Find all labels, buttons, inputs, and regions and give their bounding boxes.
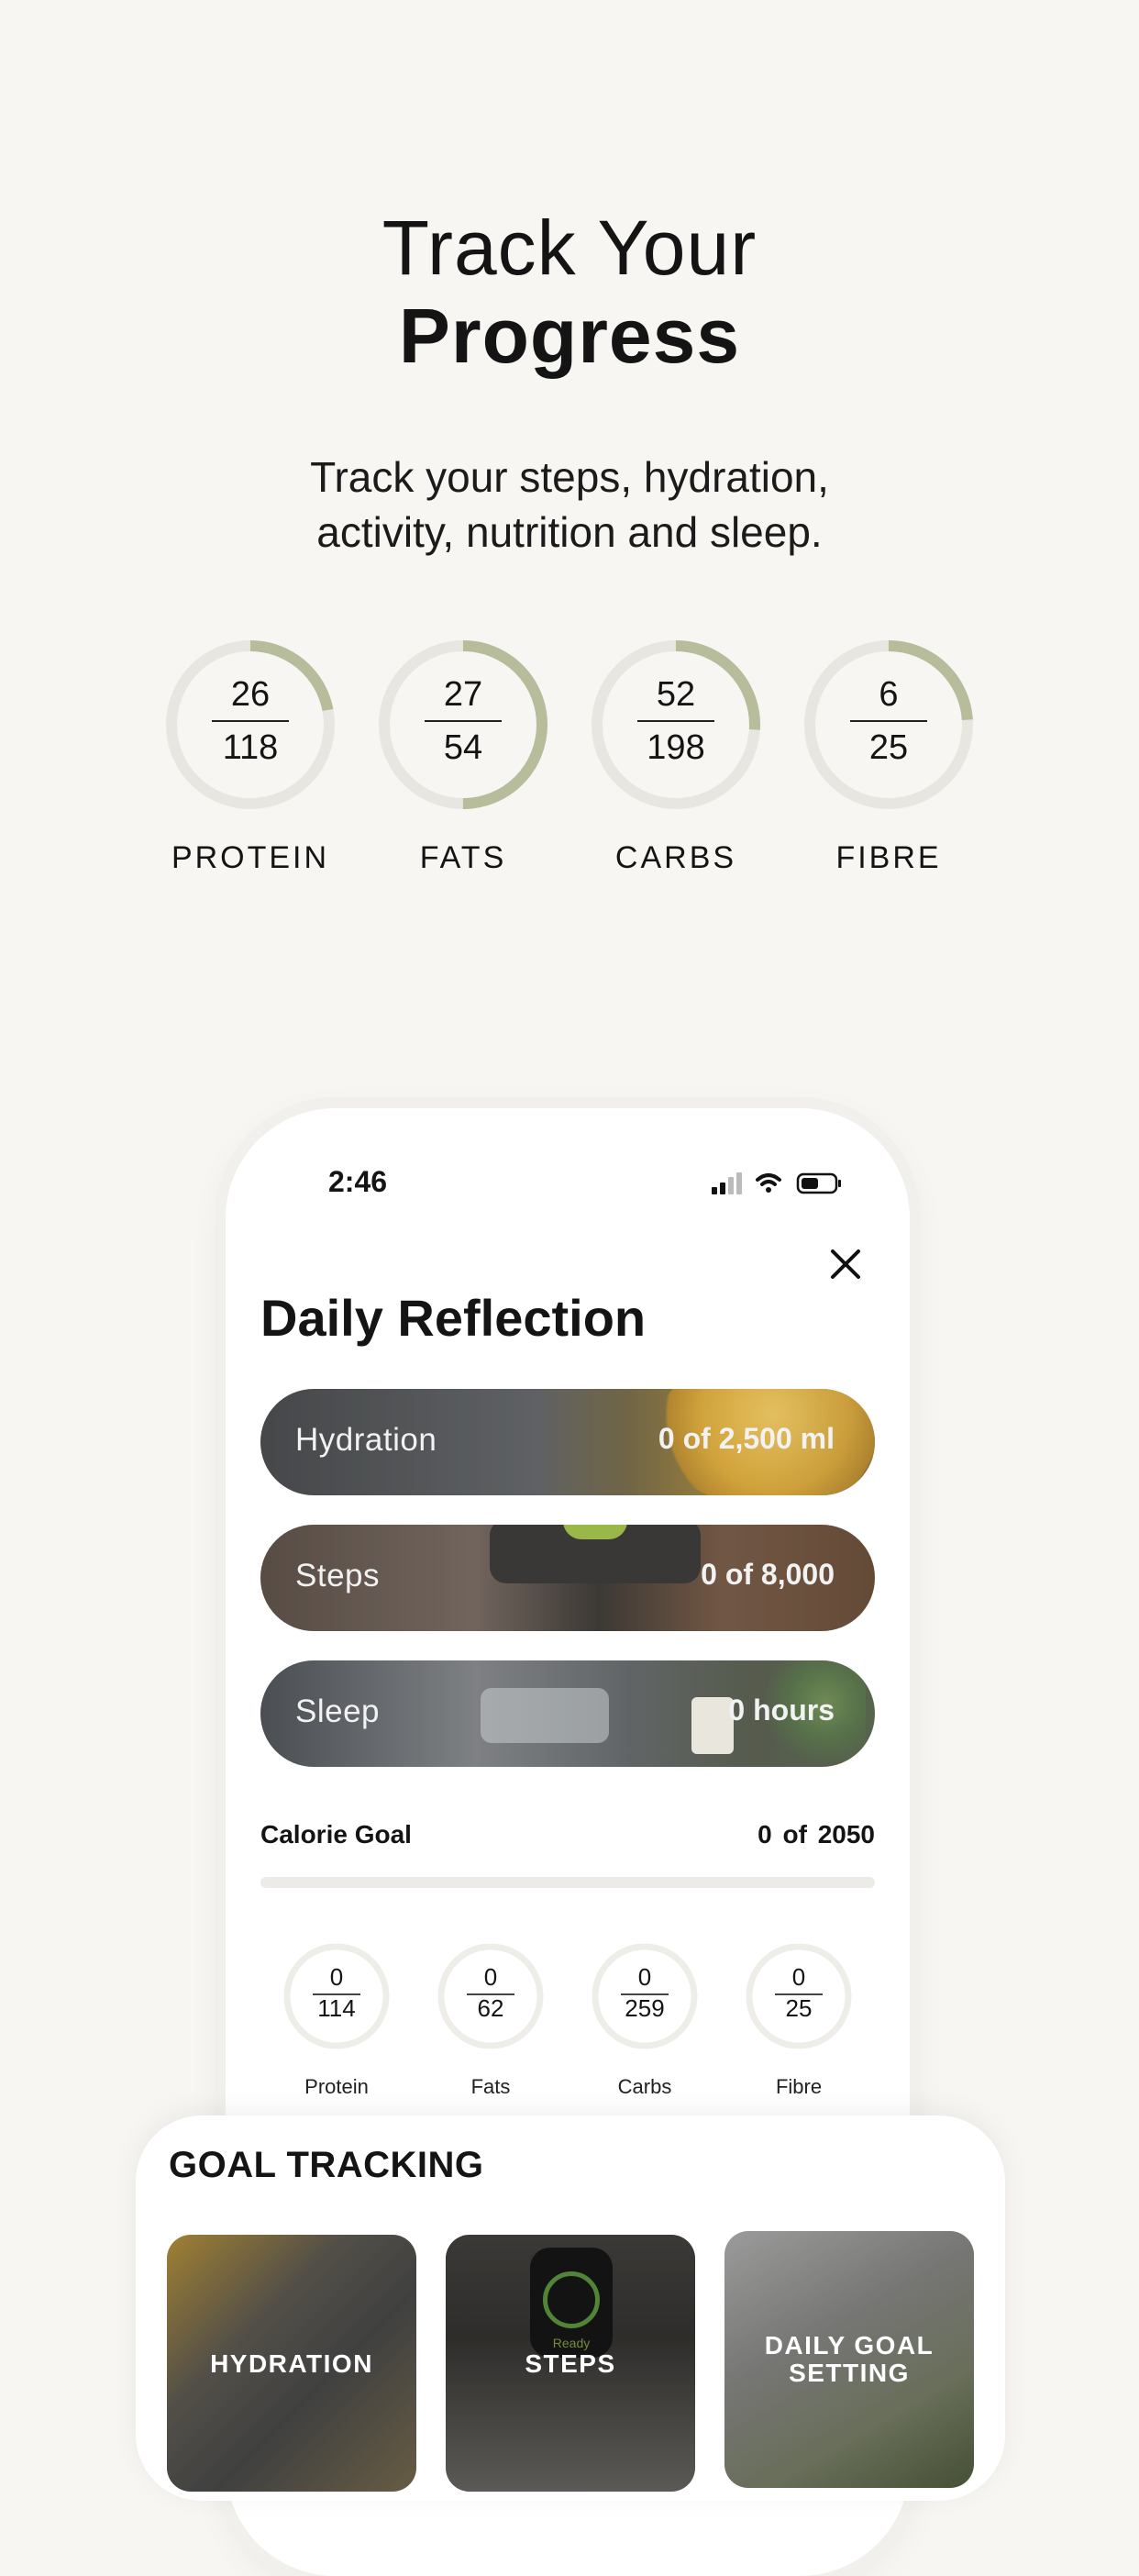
watch-ready-text: Ready [552, 2336, 591, 2350]
macro-value: 26 [230, 675, 271, 714]
watch-screen [563, 1525, 627, 1539]
status-bar-icons [708, 1167, 846, 1198]
hydration-tile[interactable]: HYDRATION [167, 2235, 416, 2492]
calorie-goal-label: Calorie Goal [260, 1820, 412, 1849]
progress-ring: 0 259 [590, 1941, 700, 2051]
close-button[interactable] [824, 1242, 868, 1286]
hydration-card[interactable]: Hydration 0 of 2,500 ml [260, 1389, 875, 1495]
wifi-icon [756, 1173, 781, 1193]
macro-label: FIBRE [835, 840, 942, 875]
progress-ring [592, 640, 760, 809]
progress-ring: 0 114 [282, 1941, 392, 2051]
hero-title-line2: Progress [398, 293, 741, 379]
hero-title: Track Your Progress [0, 204, 1139, 380]
steps-card[interactable]: Steps 0 of 8,000 [260, 1525, 875, 1631]
mini-macro-label: Fats [470, 2075, 511, 2098]
daily-goal-setting-tile[interactable]: DAILY GOAL SETTING [724, 2231, 974, 2488]
calorie-progress-bar [260, 1877, 875, 1888]
mini-macro-value: 0 [329, 1963, 344, 1991]
watch-ring [543, 2271, 600, 2328]
calorie-goal-value: 0 of 2050 [757, 1820, 875, 1849]
hydration-label: Hydration [295, 1422, 437, 1458]
fraction-divider [212, 720, 289, 722]
steps-tile-label: STEPS [525, 2349, 616, 2378]
pillow-image [481, 1688, 609, 1743]
hydration-tile-label: HYDRATION [210, 2349, 373, 2378]
mini-macro-fats: 0 62 Fats [436, 1941, 546, 2099]
macro-goal: 118 [222, 728, 279, 767]
daily-goal-label-line1: DAILY GOAL [764, 2331, 934, 2359]
macro-goal: 54 [443, 728, 483, 767]
candle-image [691, 1697, 734, 1754]
hydration-value: 0 of 2,500 ml [658, 1422, 835, 1455]
macro-protein: 26 118 PROTEIN [159, 633, 342, 876]
battery-icon [796, 1172, 841, 1194]
fraction-divider [850, 720, 927, 722]
macro-label: PROTEIN [171, 840, 330, 875]
progress-ring: 0 25 [744, 1941, 854, 2051]
macro-summary-row: 26 118 PROTEIN 27 54 FATS 52 198 CARBS 6… [0, 633, 1139, 881]
daily-goal-setting-label: DAILY GOAL SETTING [724, 2332, 974, 2387]
mini-macro-goal: 62 [477, 1994, 504, 2022]
goal-tracking-title: GOAL TRACKING [169, 2145, 484, 2185]
sleep-card[interactable]: Sleep 0 hours [260, 1660, 875, 1767]
hero-subtitle: Track your steps, hydration, activity, n… [0, 450, 1139, 560]
macro-value: 6 [879, 675, 899, 714]
progress-ring [166, 640, 335, 809]
mini-macro-goal: 25 [785, 1994, 813, 2022]
macro-fibre: 6 25 FIBRE [797, 633, 980, 876]
mini-macro-value: 0 [791, 1963, 806, 1991]
status-time: 2:46 [328, 1165, 388, 1198]
macro-label: FATS [419, 840, 507, 875]
mini-macro-label: Fibre [775, 2075, 823, 2098]
hero-subtitle-line1: Track your steps, hydration, [310, 453, 829, 501]
macro-value: 52 [656, 675, 696, 714]
progress-ring [379, 640, 547, 809]
macro-carbs: 52 198 CARBS [584, 633, 768, 876]
steps-tile[interactable]: Ready STEPS [446, 2235, 695, 2492]
progress-ring [804, 640, 973, 809]
macro-value: 27 [443, 675, 483, 714]
hero-title-line1: Track Your [382, 205, 757, 291]
steps-value: 0 of 8,000 [701, 1558, 835, 1591]
fraction-divider [425, 720, 502, 722]
mini-macro-fibre: 0 25 Fibre [744, 1941, 854, 2099]
hero-subtitle-line2: activity, nutrition and sleep. [316, 508, 823, 556]
macro-goal: 198 [647, 728, 705, 767]
close-icon [831, 1249, 860, 1279]
mini-macro-label: Protein [304, 2075, 369, 2098]
steps-label: Steps [295, 1558, 380, 1593]
mini-macro-goal: 259 [625, 1994, 665, 2022]
mini-macro-goal: 114 [317, 1994, 356, 2022]
mini-macro-protein: 0 114 Protein [282, 1941, 392, 2099]
mini-macro-label: Carbs [617, 2075, 672, 2098]
watch-image [530, 2248, 613, 2358]
macro-label: CARBS [614, 840, 737, 875]
sleep-value: 0 hours [728, 1693, 835, 1727]
macro-goal: 25 [868, 728, 909, 767]
mini-macro-value: 0 [637, 1963, 652, 1991]
progress-ring: 0 62 [436, 1941, 546, 2051]
mini-macro-carbs: 0 259 Carbs [590, 1941, 700, 2099]
macro-fats: 27 54 FATS [371, 633, 555, 876]
sleep-label: Sleep [295, 1693, 381, 1729]
mini-macro-value: 0 [483, 1963, 498, 1991]
daily-goal-label-line2: SETTING [789, 2359, 910, 2387]
fraction-divider [637, 720, 714, 722]
signal-icon [712, 1172, 742, 1194]
page-title: Daily Reflection [260, 1289, 647, 1347]
